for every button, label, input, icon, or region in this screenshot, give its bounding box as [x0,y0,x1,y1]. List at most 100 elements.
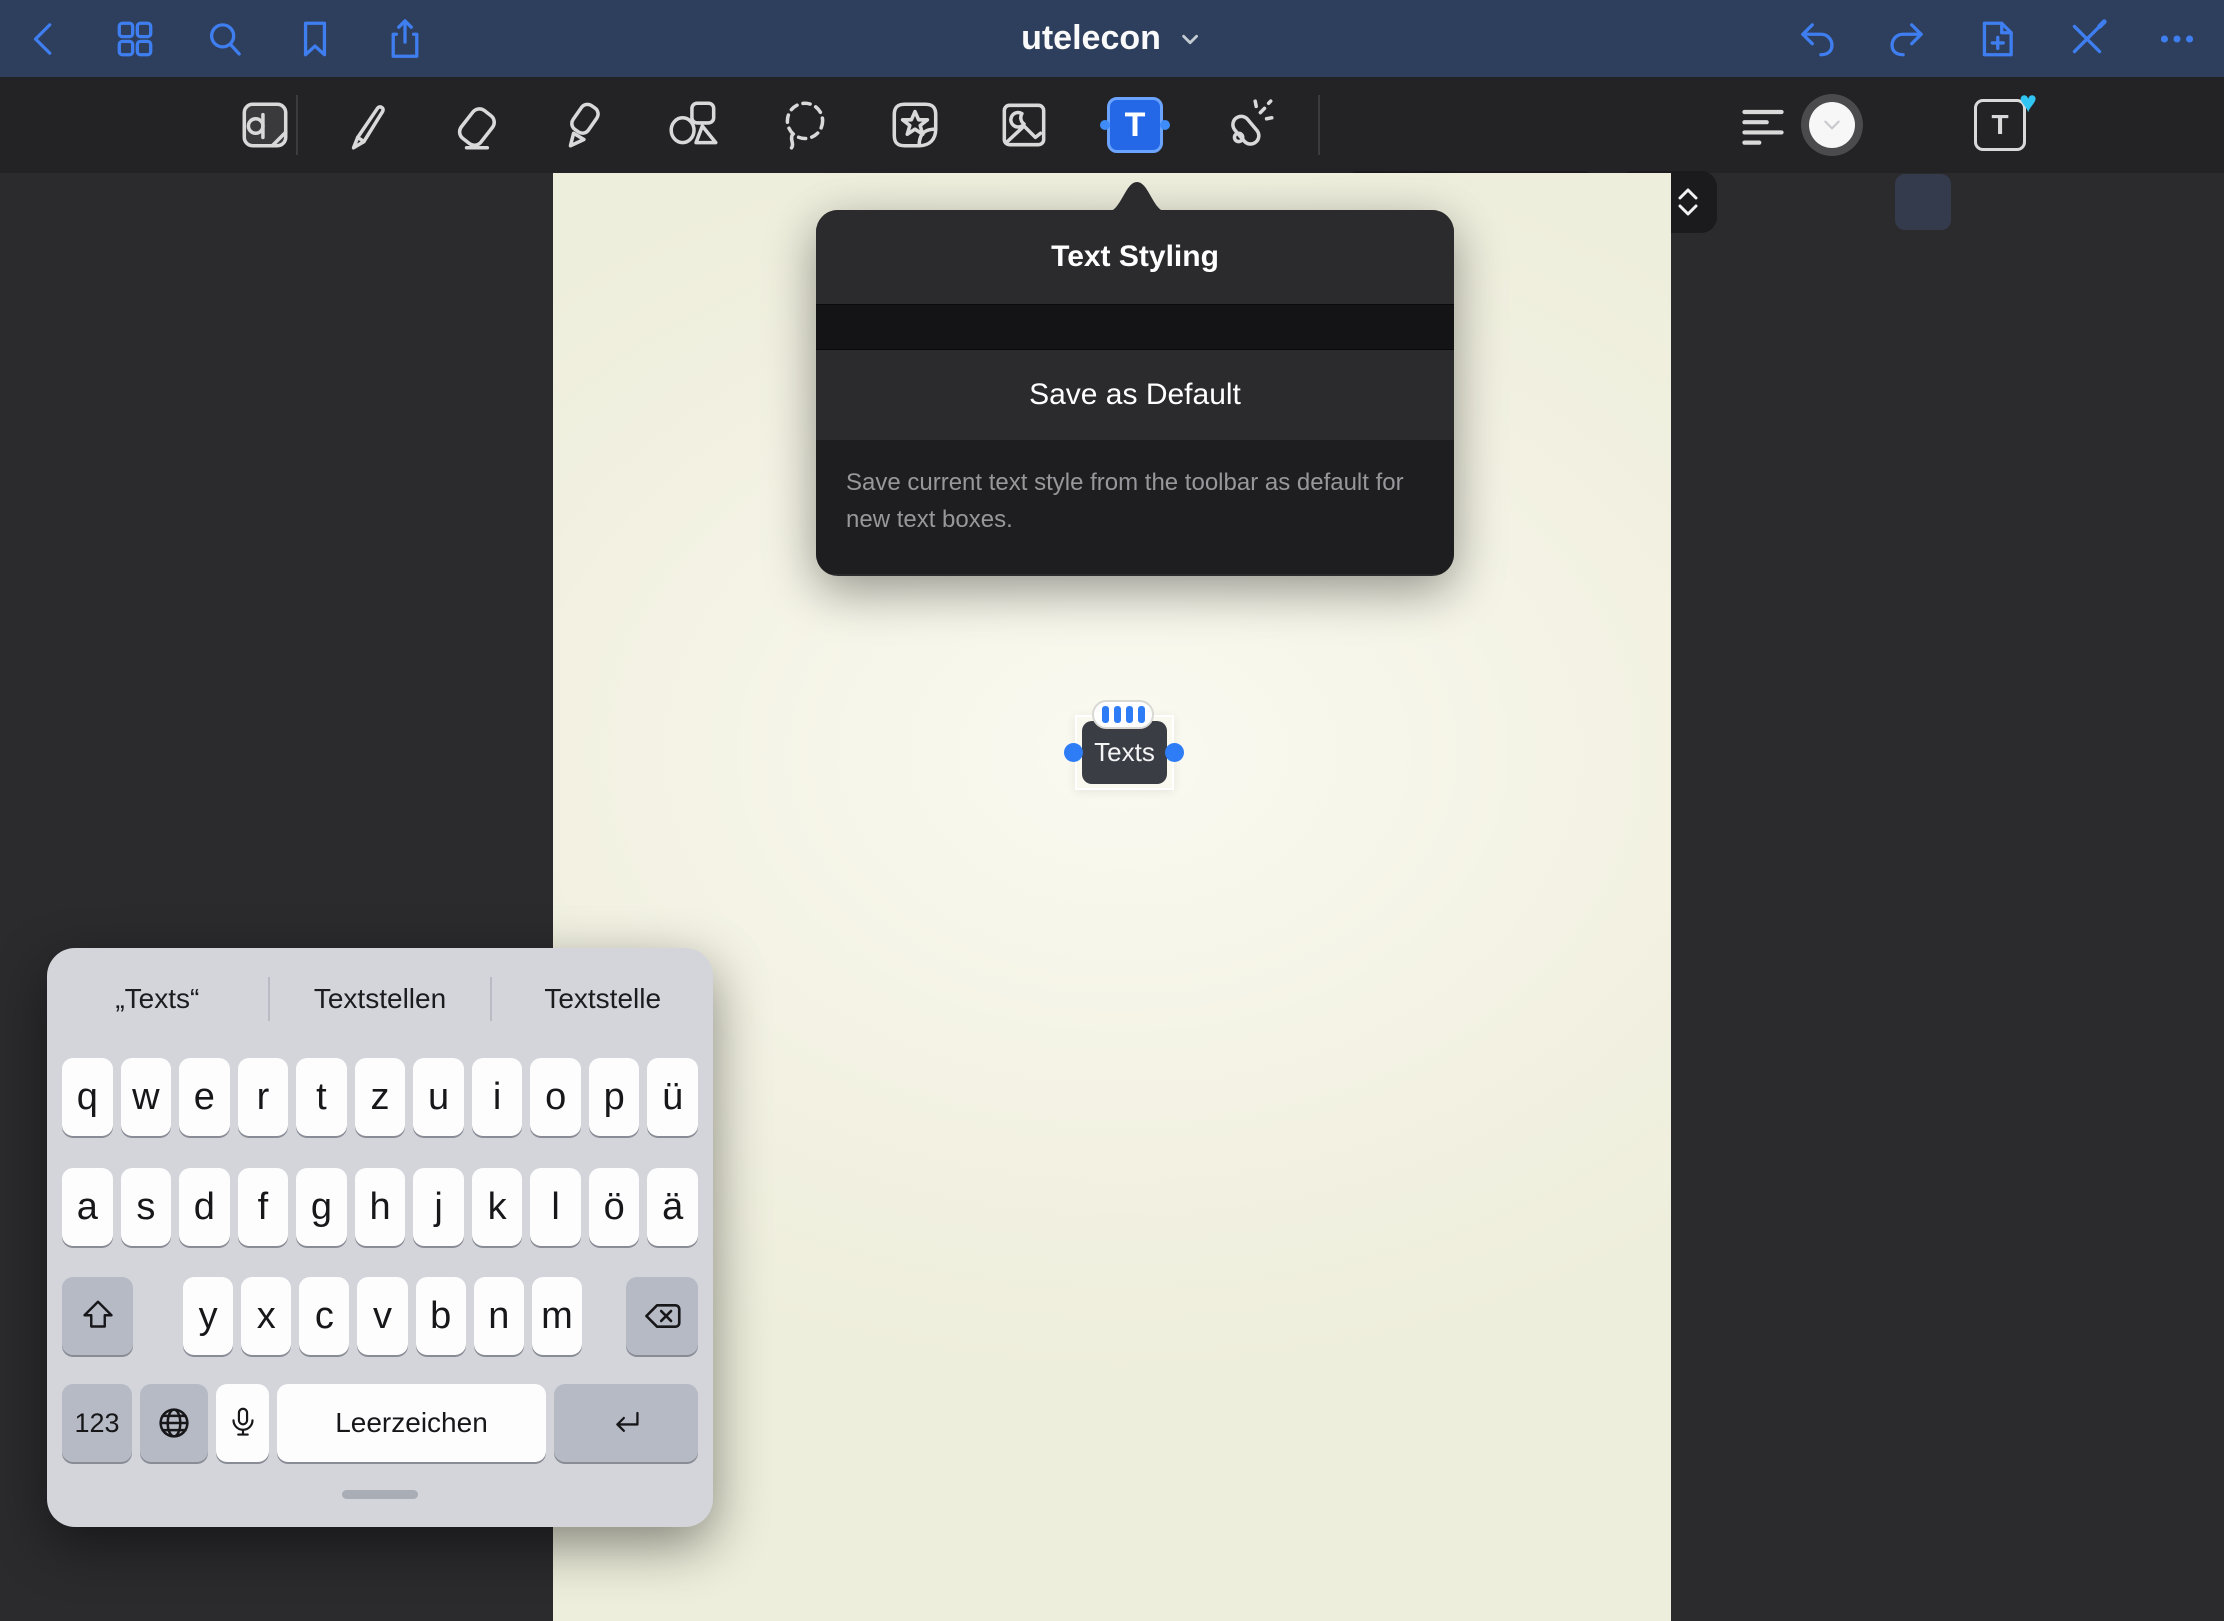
suggestion-middle[interactable]: Textstellen [270,983,491,1015]
key-row-3-letters: yxcvbnm [183,1277,582,1355]
key-z[interactable]: z [355,1058,406,1136]
zoom-window-icon [236,96,294,154]
redo-button[interactable] [1882,14,1932,64]
key-j[interactable]: j [413,1168,464,1246]
eraser-icon [450,96,508,154]
undo-button[interactable] [1792,14,1842,64]
lasso-icon [776,96,834,154]
text-tool-handle-left [1100,120,1110,130]
key-row-2: asdfghjklöä [62,1168,698,1246]
key-x[interactable]: x [241,1277,291,1355]
tool-ribbon: T HiraginoSans-... 16 T [0,77,2224,173]
swatch-chevron-icon [1822,118,1842,132]
image-icon [995,96,1053,154]
more-button[interactable] [2152,14,2202,64]
search-button[interactable] [200,14,250,64]
key-a[interactable]: a [62,1168,113,1246]
numbers-key[interactable]: 123 [62,1384,132,1462]
laser-tool[interactable] [1218,93,1282,157]
search-icon [203,17,247,61]
key-y[interactable]: y [183,1277,233,1355]
key-g[interactable]: g [296,1168,347,1246]
globe-key[interactable] [140,1384,208,1462]
suggestion-quoted[interactable]: „Texts“ [47,983,268,1015]
key-r[interactable]: r [238,1058,289,1136]
space-key[interactable]: Leerzeichen [277,1384,546,1462]
key-u[interactable]: u [413,1058,464,1136]
lasso-tool[interactable] [773,93,837,157]
key-p[interactable]: p [589,1058,640,1136]
key-n[interactable]: n [474,1277,524,1355]
eraser-tool[interactable] [447,93,511,157]
key-q[interactable]: q [62,1058,113,1136]
key-t[interactable]: t [296,1058,347,1136]
exit-edit-button[interactable] [2062,14,2112,64]
key-f[interactable]: f [238,1168,289,1246]
text-color-button[interactable] [1801,94,1863,156]
text-tool-handle-right [1160,120,1170,130]
drag-bar-icon [1102,706,1109,723]
popover-description-text: Save current text style from the toolbar… [846,464,1424,538]
image-tool[interactable] [992,93,1056,157]
text-tool[interactable]: T [1103,93,1167,157]
key-i[interactable]: i [472,1058,523,1136]
back-button[interactable] [20,14,70,64]
shift-key[interactable] [62,1277,133,1355]
bookmark-button[interactable] [290,14,340,64]
elements-tool[interactable] [883,93,947,157]
resize-handle-right[interactable] [1165,743,1184,762]
nav-right-group [1792,0,2202,77]
chevron-down-icon [1177,26,1203,52]
dimmed-navy-swatch[interactable] [1895,174,1951,230]
dictation-key[interactable] [216,1384,269,1462]
globe-icon [152,1401,196,1445]
text-box[interactable]: Texts [1082,721,1167,784]
key-v[interactable]: v [357,1277,407,1355]
add-page-button[interactable] [1972,14,2022,64]
backspace-key[interactable] [626,1277,698,1355]
zoom-window-tool[interactable] [233,93,297,157]
key-k[interactable]: k [472,1168,523,1246]
align-left-icon [1737,99,1789,151]
drag-bar-icon [1126,706,1133,723]
key-ü[interactable]: ü [647,1058,698,1136]
key-e[interactable]: e [179,1058,230,1136]
thumbnails-button[interactable] [110,14,160,64]
text-tool-tile: T [1107,97,1163,153]
key-o[interactable]: o [530,1058,581,1136]
stepper-chevrons-icon [1676,186,1700,218]
redo-icon [1885,17,1929,61]
resize-handle-left[interactable] [1064,743,1083,762]
key-l[interactable]: l [530,1168,581,1246]
text-style-favorite-button[interactable]: T ♥ [1968,93,2032,157]
shapes-icon [665,96,723,154]
favorite-text-label: T [1991,109,2008,141]
pen-icon [337,96,395,154]
document-title-button[interactable]: utelecon [1021,0,1203,77]
highlighter-icon [557,96,615,154]
shapes-tool[interactable] [662,93,726,157]
key-w[interactable]: w [121,1058,172,1136]
key-m[interactable]: m [532,1277,582,1355]
key-d[interactable]: d [179,1168,230,1246]
document-title: utelecon [1021,19,1161,58]
key-ö[interactable]: ö [589,1168,640,1246]
undo-icon [1795,17,1839,61]
text-box-drag-handle[interactable] [1092,700,1154,729]
key-row-1: qwertzuiopü [62,1058,698,1136]
key-s[interactable]: s [121,1168,172,1246]
microphone-icon [224,1404,262,1442]
pen-tool[interactable] [334,93,398,157]
drag-bar-icon [1114,706,1121,723]
key-h[interactable]: h [355,1168,406,1246]
key-ä[interactable]: ä [647,1168,698,1246]
suggestion-right[interactable]: Textstelle [492,983,713,1015]
share-button[interactable] [380,14,430,64]
keyboard-drag-handle[interactable] [342,1490,418,1499]
text-align-button[interactable] [1731,93,1795,157]
save-as-default-button[interactable]: Save as Default [816,350,1454,440]
return-key[interactable] [554,1384,698,1462]
highlighter-tool[interactable] [554,93,618,157]
key-c[interactable]: c [299,1277,349,1355]
key-b[interactable]: b [416,1277,466,1355]
